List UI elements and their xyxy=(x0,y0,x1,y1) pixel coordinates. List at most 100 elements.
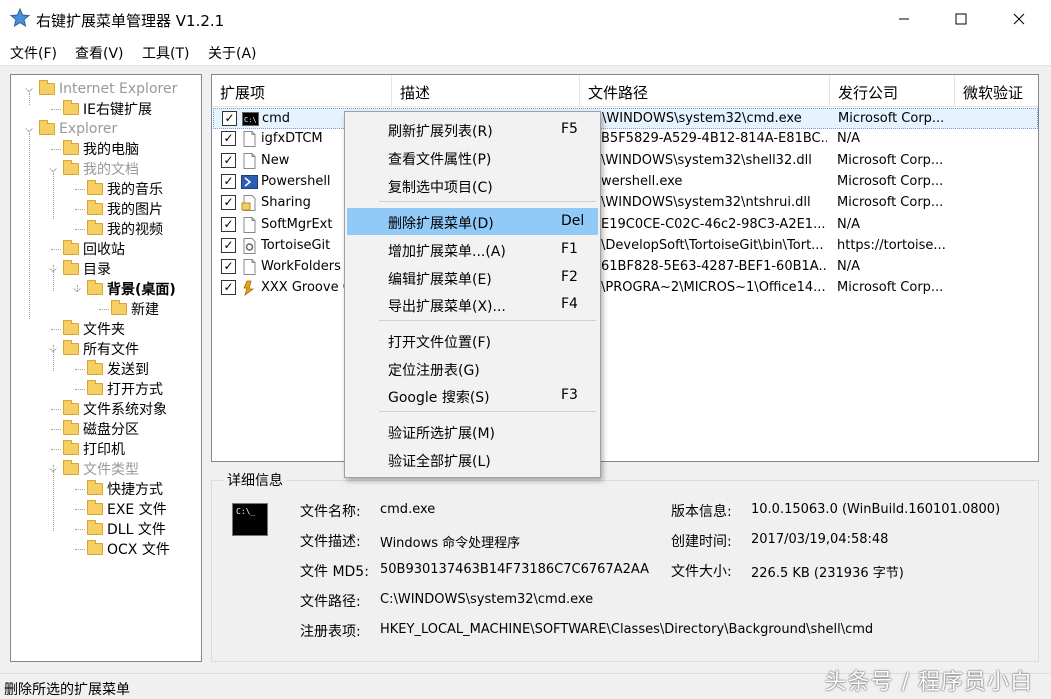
context-menu-item[interactable]: 打开文件位置(F) xyxy=(347,327,598,354)
column-header-company[interactable]: 发行公司 xyxy=(830,75,955,107)
row-checkbox[interactable]: ✓ xyxy=(222,111,237,126)
tree-node[interactable]: ⌵ 目录 xyxy=(49,259,111,279)
menu-tools[interactable]: 工具(T) xyxy=(142,43,189,63)
table-row[interactable]: ✓C:\cmd在此处打开命令窗口(W)\WINDOWS\system32\cmd… xyxy=(213,108,1038,130)
chevron-down-icon[interactable]: ⌵ xyxy=(47,464,59,475)
tree-branch-line xyxy=(51,329,61,330)
column-header-path[interactable]: 文件路径 xyxy=(580,75,830,107)
tree-node[interactable]: 文件系统对象 xyxy=(51,399,167,419)
context-menu-item[interactable]: 导出扩展菜单(X)... F4 xyxy=(347,291,598,318)
tree-node[interactable]: 磁盘分区 xyxy=(51,419,139,439)
tree-node[interactable]: 打印机 xyxy=(51,439,125,459)
context-menu-item[interactable]: 定位注册表(G) xyxy=(347,355,598,382)
menu-file[interactable]: 文件(F) xyxy=(10,43,57,63)
tree-branch-line xyxy=(75,229,85,230)
row-checkbox[interactable]: ✓ xyxy=(221,152,236,168)
table-row[interactable]: ✓ SoftMgrExt E19C0CE-C02C-46c2-98C3-A2E1..… xyxy=(213,215,1038,236)
row-company: Microsoft Corp... xyxy=(838,111,945,126)
tree-branch-line xyxy=(75,209,85,210)
table-row[interactable]: ✓ WorkFolders 61BF828-5E63-4287-BEF1-60B1A… xyxy=(213,257,1038,278)
version-label: 版本信息: xyxy=(671,504,732,520)
chevron-down-icon[interactable]: ⌵ xyxy=(23,84,35,95)
table-row[interactable]: ✓ TortoiseGit \DevelopSoft\TortoiseGit\bin… xyxy=(213,236,1038,257)
table-row[interactable]: ✓ Sharing \WINDOWS\system32\ntshrui.dll Mic… xyxy=(213,193,1038,214)
tree-node[interactable]: OCX 文件 xyxy=(75,539,170,559)
tree-node[interactable]: 我的图片 xyxy=(75,199,163,219)
groove-icon xyxy=(241,280,258,297)
tree-node[interactable]: 我的音乐 xyxy=(75,179,163,199)
tree-node[interactable]: 我的电脑 xyxy=(51,139,139,159)
tree-node[interactable]: 新建 xyxy=(99,299,159,319)
tree-node[interactable]: ⌵ 背景(桌面) xyxy=(73,279,176,299)
chevron-down-icon[interactable]: ⌵ xyxy=(47,264,59,275)
folder-icon xyxy=(63,440,79,455)
menu-about[interactable]: 关于(A) xyxy=(208,43,257,63)
context-menu-item[interactable]: Google 搜索(S) F3 xyxy=(347,382,598,409)
tree-node[interactable]: ⌵ 文件类型 xyxy=(49,459,139,479)
tree-node[interactable]: 文件夹 xyxy=(51,319,125,339)
chevron-down-icon[interactable]: ⌵ xyxy=(71,284,83,295)
tree-node-label: 目录 xyxy=(83,262,111,278)
folder-icon xyxy=(87,540,103,555)
tree-node[interactable]: 发送到 xyxy=(75,359,149,379)
tree-node[interactable]: ⌵ 我的文档 xyxy=(49,159,139,179)
row-checkbox[interactable]: ✓ xyxy=(221,259,236,275)
folder-icon xyxy=(63,140,79,155)
tree-node[interactable]: IE右键扩展 xyxy=(51,99,152,119)
tree-node[interactable]: DLL 文件 xyxy=(75,519,166,539)
table-row[interactable]: ✓ igfxDTCM B5F5829-A529-4B12-814A-E81BC...… xyxy=(213,129,1038,150)
context-menu-item[interactable]: 刷新扩展列表(R) F5 xyxy=(347,116,598,143)
minimize-button[interactable] xyxy=(881,0,927,38)
context-menu-item[interactable]: 增加扩展菜单...(A) F1 xyxy=(347,236,598,263)
table-row[interactable]: ✓ New \WINDOWS\system32\shell32.dll Microso… xyxy=(213,151,1038,172)
column-header-name[interactable]: 扩展项 xyxy=(212,75,392,107)
menu-view[interactable]: 查看(V) xyxy=(75,43,124,63)
table-row[interactable]: ✓ Powershell wershell.exe Microsoft Corp... xyxy=(213,172,1038,193)
tree-node[interactable]: 我的视频 xyxy=(75,219,163,239)
extension-list[interactable]: 扩展项 描述 文件路径 发行公司 微软验证 ✓C:\cmd在此处打开命令窗口(W… xyxy=(211,74,1039,462)
tree-branch-line xyxy=(75,549,85,550)
context-menu-item[interactable]: 编辑扩展菜单(E) F2 xyxy=(347,264,598,291)
row-checkbox[interactable]: ✓ xyxy=(221,280,236,296)
context-menu-item[interactable]: 验证全部扩展(L) xyxy=(347,446,598,473)
tree-node[interactable]: EXE 文件 xyxy=(75,499,167,519)
context-menu-item[interactable]: 删除扩展菜单(D) Del xyxy=(347,208,598,235)
tree-node[interactable]: 回收站 xyxy=(51,239,125,259)
file-icon xyxy=(241,131,258,148)
table-row[interactable]: ✓ XXX Groove G \PROGRA~2\MICROS~1\Office14… xyxy=(213,278,1038,299)
tree-node[interactable]: ⌵ Explorer xyxy=(25,119,117,139)
column-header-verify[interactable]: 微软验证 xyxy=(955,75,1038,107)
file-desc-value: Windows 命令处理程序 xyxy=(380,536,521,551)
tree-node-label: 新建 xyxy=(131,302,159,318)
row-company: N/A xyxy=(837,259,860,275)
row-checkbox[interactable]: ✓ xyxy=(221,216,236,232)
close-button[interactable] xyxy=(996,0,1042,38)
cmd-large-icon-text: C:\_ xyxy=(236,507,256,516)
menu-item-label: 增加扩展菜单...(A) xyxy=(388,244,506,260)
category-tree[interactable]: ⌵ Internet Explorer IE右键扩展 ⌵ Explorer 我的电脑 ⌵ 我的… xyxy=(10,74,202,662)
context-menu-item[interactable]: 验证所选扩展(M) xyxy=(347,418,598,445)
tree-node[interactable]: ⌵ 所有文件 xyxy=(49,339,139,359)
tree-node-label: 我的视频 xyxy=(107,222,163,238)
row-checkbox[interactable]: ✓ xyxy=(221,195,236,211)
tree-node-label: 我的音乐 xyxy=(107,182,163,198)
maximize-button[interactable] xyxy=(938,0,984,38)
tree-branch-line xyxy=(51,149,61,150)
row-checkbox[interactable]: ✓ xyxy=(221,237,236,253)
context-menu-item[interactable]: 查看文件属性(P) xyxy=(347,144,598,171)
row-company: https://tortoise... xyxy=(837,237,946,253)
chevron-down-icon[interactable]: ⌵ xyxy=(47,344,59,355)
menu-item-shortcut: F1 xyxy=(561,241,578,257)
tree-node[interactable]: 打开方式 xyxy=(75,379,163,399)
tree-node-label: 背景(桌面) xyxy=(107,282,176,298)
column-header-description[interactable]: 描述 xyxy=(392,75,580,107)
context-menu-item[interactable]: 复制选中项目(C) xyxy=(347,172,598,199)
row-checkbox[interactable]: ✓ xyxy=(221,131,236,147)
maximize-icon xyxy=(955,13,967,25)
chevron-down-icon[interactable]: ⌵ xyxy=(47,164,59,175)
chevron-down-icon[interactable]: ⌵ xyxy=(23,124,35,135)
row-company: N/A xyxy=(837,131,860,147)
tree-node[interactable]: 快捷方式 xyxy=(75,479,163,499)
tree-node[interactable]: ⌵ Internet Explorer xyxy=(25,79,177,99)
row-checkbox[interactable]: ✓ xyxy=(221,173,236,189)
